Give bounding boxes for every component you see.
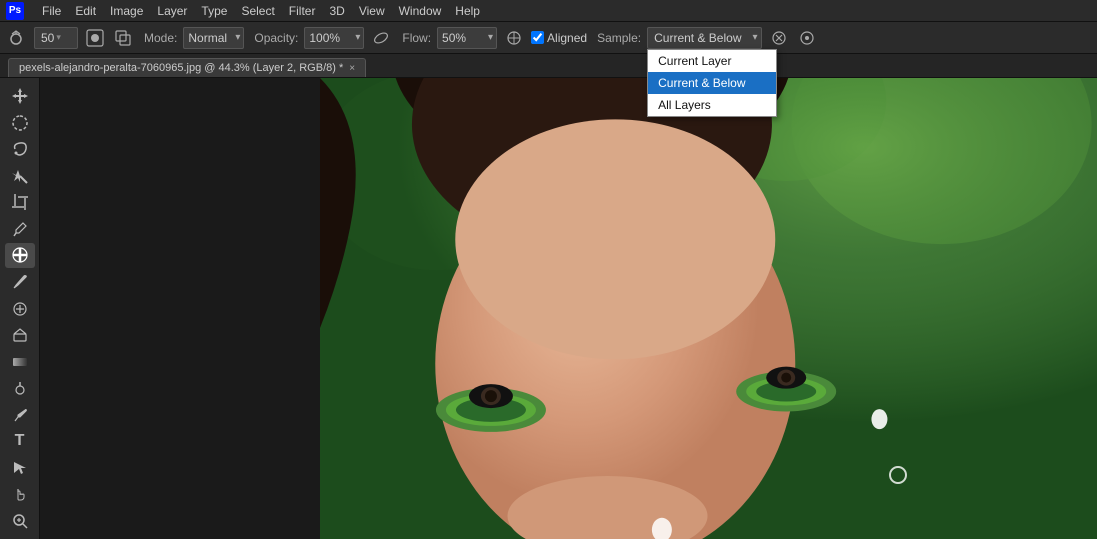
document-tab[interactable]: pexels-alejandro-peralta-7060965.jpg @ 4… <box>8 58 366 77</box>
opacity-label: Opacity: <box>254 31 298 45</box>
clone-source-icon[interactable] <box>112 27 134 49</box>
tool-move[interactable] <box>5 84 35 109</box>
menu-view[interactable]: View <box>353 2 391 20</box>
mode-select-wrapper: Normal <box>183 27 244 49</box>
tool-pen[interactable] <box>5 402 35 427</box>
aligned-checkbox-label[interactable]: Aligned <box>531 31 587 45</box>
heal-options-icon[interactable] <box>796 27 818 49</box>
brush-size-control[interactable]: 50 ▾ <box>34 27 78 49</box>
aligned-label: Aligned <box>547 31 587 45</box>
canvas-area[interactable] <box>40 78 1097 539</box>
toolbar: T <box>0 78 40 539</box>
tool-heal[interactable] <box>5 243 35 268</box>
tool-eraser[interactable] <box>5 323 35 348</box>
aligned-checkbox[interactable] <box>531 31 544 44</box>
opacity-select[interactable]: 100% <box>304 27 364 49</box>
menu-3d[interactable]: 3D <box>323 2 350 20</box>
sample-option-current-layer[interactable]: Current Layer <box>648 50 776 72</box>
document-tab-label: pexels-alejandro-peralta-7060965.jpg @ 4… <box>19 62 343 74</box>
menu-type[interactable]: Type <box>195 2 233 20</box>
tool-magic-wand[interactable] <box>5 164 35 189</box>
mode-label: Mode: <box>144 31 177 45</box>
sample-option-all-layers[interactable]: All Layers <box>648 94 776 116</box>
options-bar: 50 ▾ Mode: Normal Opacity: 100% Flow: <box>0 22 1097 54</box>
menu-filter[interactable]: Filter <box>283 2 322 20</box>
menu-help[interactable]: Help <box>449 2 486 20</box>
photo-canvas[interactable] <box>320 78 1097 539</box>
app-logo: Ps <box>6 2 24 20</box>
brush-preset-icon[interactable] <box>84 27 106 49</box>
menu-image[interactable]: Image <box>104 2 149 20</box>
sample-select-button[interactable]: Current & Below <box>647 27 762 49</box>
ignore-adjustment-icon[interactable] <box>768 27 790 49</box>
tool-text[interactable]: T <box>5 429 35 454</box>
close-tab-button[interactable]: × <box>349 63 355 74</box>
tool-gradient[interactable] <box>5 349 35 374</box>
airbrush-icon[interactable] <box>503 27 525 49</box>
tool-clone[interactable] <box>5 296 35 321</box>
tool-brush[interactable] <box>5 270 35 295</box>
opacity-select-wrapper: 100% <box>304 27 364 49</box>
menu-bar: Ps File Edit Image Layer Type Select Fil… <box>0 0 1097 22</box>
tool-marquee[interactable] <box>5 111 35 136</box>
sample-select-value: Current & Below <box>654 31 741 45</box>
brush-size-chevron: ▾ <box>56 32 61 43</box>
tool-hand[interactable] <box>5 482 35 507</box>
menu-window[interactable]: Window <box>393 2 448 20</box>
sample-label: Sample: <box>597 31 641 45</box>
tool-preset-icon[interactable] <box>6 27 28 49</box>
brush-size-value: 50 <box>41 31 54 45</box>
sample-dropdown-menu: Current Layer Current & Below All Layers <box>647 49 777 117</box>
flow-label: Flow: <box>402 31 431 45</box>
tab-bar: pexels-alejandro-peralta-7060965.jpg @ 4… <box>0 54 1097 78</box>
workspace: T <box>0 78 1097 539</box>
tool-dodge[interactable] <box>5 376 35 401</box>
tool-path-select[interactable] <box>5 455 35 480</box>
tool-eyedropper[interactable] <box>5 217 35 242</box>
canvas-dark-area <box>40 78 320 539</box>
tool-lasso[interactable] <box>5 137 35 162</box>
menu-layer[interactable]: Layer <box>151 2 193 20</box>
menu-file[interactable]: File <box>36 2 67 20</box>
flow-select[interactable]: 50% <box>437 27 497 49</box>
menu-select[interactable]: Select <box>235 2 280 20</box>
menu-items: File Edit Image Layer Type Select Filter… <box>36 2 486 20</box>
menu-edit[interactable]: Edit <box>69 2 102 20</box>
sample-option-current-below[interactable]: Current & Below <box>648 72 776 94</box>
sample-dropdown-container: Current & Below Current Layer Current & … <box>647 27 762 49</box>
tool-crop[interactable] <box>5 190 35 215</box>
tool-zoom[interactable] <box>5 509 35 534</box>
flow-select-wrapper: 50% <box>437 27 497 49</box>
brush-angle-icon[interactable] <box>370 27 392 49</box>
mode-select[interactable]: Normal <box>183 27 244 49</box>
